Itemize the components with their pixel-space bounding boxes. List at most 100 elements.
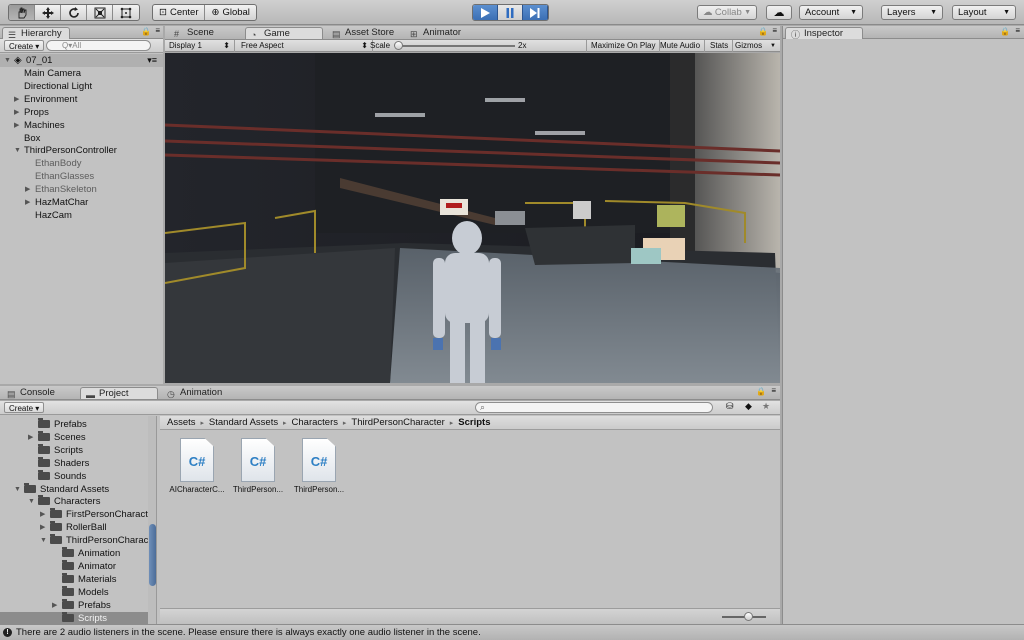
fold-open-icon[interactable]: ▼ [14, 483, 21, 496]
lock-icon[interactable]: 🔒 [756, 387, 766, 396]
tab-scene[interactable]: # Scene [169, 27, 221, 39]
breadcrumb-item[interactable]: Characters [289, 417, 341, 428]
script-asset[interactable]: C# ThirdPerson... [290, 438, 348, 494]
hierarchy-item[interactable]: ▼ ThirdPersonController [0, 144, 163, 157]
pivot-center-button[interactable]: ⊡ Center [153, 5, 206, 20]
pause-button[interactable] [498, 5, 523, 20]
breadcrumb-item[interactable]: ThirdPersonCharacter [348, 417, 447, 428]
tab-hierarchy[interactable]: ☰ Hierarchy [2, 27, 70, 40]
project-folder-item[interactable]: ▶ RollerBall [0, 521, 148, 534]
script-asset[interactable]: C# ThirdPerson... [229, 438, 287, 494]
hierarchy-item[interactable]: Main Camera [0, 67, 163, 80]
project-folder-item[interactable]: Animation [0, 547, 148, 560]
layers-dropdown[interactable]: Layers ▼ [881, 5, 943, 20]
lock-icon[interactable]: 🔒 [141, 27, 151, 36]
project-folder-item[interactable]: Prefabs [0, 418, 148, 431]
panel-menu-icon[interactable]: ≡ [155, 26, 160, 35]
fold-closed-icon[interactable]: ▶ [25, 183, 30, 196]
mute-audio-toggle[interactable]: Mute Audio [656, 40, 706, 52]
script-asset[interactable]: C# AICharacterC... [168, 438, 226, 494]
tree-scrollbar-thumb[interactable] [149, 524, 156, 586]
project-folder-item[interactable]: Materials [0, 572, 148, 586]
project-folder-item[interactable]: Shaders [0, 456, 148, 470]
maximize-on-play-toggle[interactable]: Maximize On Play [586, 40, 661, 52]
project-folder-item[interactable]: ▶ Scenes [0, 430, 148, 444]
tab-animator[interactable]: ⊞ Animator [405, 27, 468, 39]
fold-open-icon[interactable]: ▼ [28, 495, 35, 508]
lock-icon[interactable]: 🔒 [1000, 27, 1010, 36]
display-dropdown[interactable]: Display 1 ⬍ [165, 40, 235, 52]
project-folder-item[interactable]: Scripts [0, 443, 148, 457]
cloud-services-button[interactable]: ☁ [766, 5, 792, 20]
filter-by-label-icon[interactable]: ◆ [745, 401, 752, 412]
space-global-button[interactable]: ⊕ Global [205, 5, 255, 20]
panel-menu-icon[interactable]: ≡ [772, 26, 777, 35]
project-folder-item[interactable]: ▼ Standard Assets [0, 482, 148, 496]
rotate-tool-icon[interactable] [61, 5, 87, 20]
project-create-button[interactable]: Create ▾ [4, 402, 45, 413]
tab-game[interactable]: ◔ Game [245, 27, 323, 40]
create-button[interactable]: Create ▾ [4, 40, 45, 51]
fold-closed-icon[interactable]: ▶ [40, 508, 45, 521]
scene-menu-icon[interactable]: ▾≡ [147, 54, 157, 67]
fold-open-icon[interactable]: ▼ [40, 534, 47, 547]
hand-tool-icon[interactable] [9, 5, 35, 20]
hierarchy-item[interactable]: HazCam [0, 209, 163, 222]
hierarchy-item[interactable]: Directional Light [0, 80, 163, 93]
favorite-star-icon[interactable]: ★ [762, 401, 770, 412]
hierarchy-item[interactable]: ▶ EthanSkeleton [0, 183, 163, 196]
collab-dropdown[interactable]: ☁ Collab ▼ [697, 5, 757, 20]
hierarchy-item[interactable]: Box [0, 132, 163, 145]
hierarchy-item[interactable]: EthanGlasses [0, 170, 163, 183]
project-folder-item[interactable]: Sounds [0, 469, 148, 483]
scale-tool-icon[interactable] [87, 5, 113, 20]
breadcrumb-item[interactable]: Standard Assets [206, 417, 281, 428]
play-button[interactable] [473, 5, 498, 20]
tab-console[interactable]: ▤ Console [2, 387, 62, 399]
aspect-dropdown[interactable]: Free Aspect ⬍ [237, 40, 373, 52]
tab-project[interactable]: ▬ Project [80, 387, 158, 400]
tab-inspector[interactable]: ⓘ Inspector [785, 27, 863, 40]
hierarchy-search-input[interactable]: Q▾All [46, 40, 151, 51]
hierarchy-item[interactable]: ▶ Environment [0, 93, 163, 106]
filter-by-type-icon[interactable]: ⛁ [726, 401, 734, 412]
icon-size-slider-thumb[interactable] [744, 612, 753, 621]
rect-tool-icon[interactable] [113, 5, 139, 20]
breadcrumb-item[interactable]: Assets [164, 417, 199, 428]
fold-closed-icon[interactable]: ▶ [14, 93, 19, 106]
hierarchy-item[interactable]: ▶ Props [0, 106, 163, 119]
project-folder-item[interactable]: ▶ FirstPersonCharacte [0, 508, 153, 521]
project-search-input[interactable]: ⌕ [475, 402, 713, 413]
tab-asset-store[interactable]: ▤ Asset Store [327, 27, 401, 39]
fold-closed-icon[interactable]: ▶ [14, 106, 19, 119]
fold-open-icon[interactable]: ▼ [4, 54, 11, 67]
tree-scrollbar[interactable] [148, 416, 156, 624]
hierarchy-item[interactable]: ▶ HazMatChar [0, 196, 163, 209]
fold-open-icon[interactable]: ▼ [14, 144, 21, 157]
scale-slider-thumb[interactable] [394, 41, 403, 50]
fold-closed-icon[interactable]: ▶ [40, 521, 45, 534]
tab-animation[interactable]: ◷ Animation [162, 387, 229, 399]
fold-closed-icon[interactable]: ▶ [25, 196, 30, 209]
fold-closed-icon[interactable]: ▶ [14, 119, 19, 132]
hierarchy-item[interactable]: EthanBody [0, 157, 163, 170]
project-folder-item[interactable]: ▼ ThirdPersonCharact [0, 534, 151, 547]
project-folder-item[interactable]: ▶ Prefabs [0, 598, 148, 612]
move-tool-icon[interactable] [35, 5, 61, 20]
fold-closed-icon[interactable]: ▶ [52, 599, 57, 612]
game-viewport[interactable] [165, 53, 780, 383]
account-dropdown[interactable]: Account ▼ [799, 5, 863, 20]
panel-menu-icon[interactable]: ≡ [1015, 26, 1020, 35]
project-folder-item[interactable]: ▼ Characters [0, 495, 148, 508]
stats-toggle[interactable]: Stats [706, 40, 734, 52]
status-bar[interactable]: ! There are 2 audio listeners in the sce… [0, 624, 1024, 640]
layout-dropdown[interactable]: Layout ▼ [952, 5, 1016, 20]
project-folder-item[interactable]: Animator [0, 559, 148, 573]
fold-closed-icon[interactable]: ▶ [28, 431, 33, 444]
project-folder-item[interactable]: Scripts [0, 611, 148, 624]
scene-row[interactable]: ▼ ◈ 07_01 ▾≡ [0, 54, 163, 67]
lock-icon[interactable]: 🔒 [758, 27, 768, 36]
scale-slider-track[interactable] [397, 45, 515, 47]
gizmos-dropdown[interactable]: Gizmos ▼ [731, 40, 779, 52]
panel-menu-icon[interactable]: ≡ [771, 386, 776, 395]
